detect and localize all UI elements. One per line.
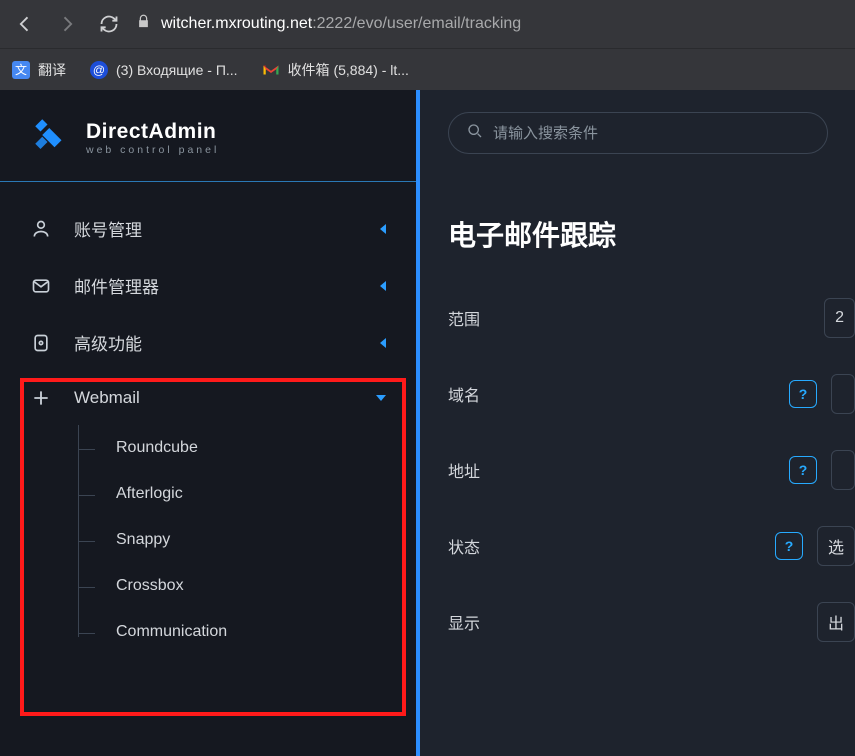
mail-icon [30, 275, 52, 297]
tool-icon [30, 332, 52, 354]
address-input[interactable] [831, 450, 855, 490]
address-bar[interactable]: witcher.mxrouting.net:2222/evo/user/emai… [136, 14, 845, 34]
sidebar-item-mail[interactable]: 邮件管理器 [0, 257, 416, 314]
search-icon [467, 123, 483, 144]
chevron-left-icon [380, 338, 386, 348]
main-content: 电子邮件跟踪 范围 2 域名 ? 地址 ? 状态 ? 选 [420, 90, 855, 756]
browser-toolbar: witcher.mxrouting.net:2222/evo/user/emai… [0, 0, 855, 48]
sidebar-item-advanced[interactable]: 高级功能 [0, 314, 416, 371]
plus-icon [30, 387, 52, 409]
google-translate-icon: 文 [12, 61, 30, 79]
refresh-button[interactable] [94, 9, 124, 39]
field-label: 范围 [448, 306, 480, 330]
sidebar-item-label: 邮件管理器 [74, 273, 159, 298]
bookmark-translate[interactable]: 文 翻译 [12, 60, 66, 80]
url-text: witcher.mxrouting.net:2222/evo/user/emai… [161, 15, 521, 33]
sub-item-snappy[interactable]: Snappy [80, 517, 416, 563]
gmail-icon [262, 61, 280, 79]
help-button[interactable]: ? [789, 456, 817, 484]
search-box[interactable] [448, 112, 828, 154]
user-icon [30, 218, 52, 240]
field-status: 状态 ? 选 [448, 526, 855, 566]
sub-item-communication[interactable]: Communication [80, 609, 416, 655]
field-range: 范围 2 [448, 298, 855, 338]
sub-item-crossbox[interactable]: Crossbox [80, 563, 416, 609]
field-display: 显示 出 [448, 602, 855, 642]
status-select[interactable]: 选 [817, 526, 855, 566]
bookmark-bar: 文 翻译 @ (3) Входящие - П... 收件箱 (5,884) -… [0, 48, 855, 90]
help-button[interactable]: ? [775, 532, 803, 560]
display-select[interactable]: 出 [817, 602, 855, 642]
chevron-left-icon [380, 281, 386, 291]
chevron-left-icon [380, 224, 386, 234]
page-title: 电子邮件跟踪 [448, 214, 855, 254]
logo-subtitle: web control panel [86, 144, 219, 156]
sidebar: DirectAdmin web control panel 账号管理 [0, 90, 420, 756]
field-label: 状态 [448, 534, 480, 558]
field-label: 地址 [448, 458, 480, 482]
field-label: 域名 [448, 382, 480, 406]
field-label: 显示 [448, 610, 480, 634]
sidebar-item-label: 账号管理 [74, 216, 142, 241]
logo[interactable]: DirectAdmin web control panel [0, 106, 416, 182]
logo-title: DirectAdmin [86, 120, 219, 144]
bookmark-inbox-ru[interactable]: @ (3) Входящие - П... [90, 61, 238, 79]
forward-button[interactable] [52, 9, 82, 39]
chevron-down-icon [376, 395, 386, 401]
sidebar-item-account[interactable]: 账号管理 [0, 200, 416, 257]
sidebar-item-label: 高级功能 [74, 330, 142, 355]
field-address: 地址 ? [448, 450, 855, 490]
help-button[interactable]: ? [789, 380, 817, 408]
domain-select[interactable] [831, 374, 855, 414]
sub-item-afterlogic[interactable]: Afterlogic [80, 471, 416, 517]
mail-blue-icon: @ [90, 61, 108, 79]
sidebar-item-webmail[interactable]: Webmail [0, 371, 416, 425]
lock-icon [136, 14, 151, 34]
logo-icon [30, 114, 72, 161]
webmail-submenu: Roundcube Afterlogic Snappy Crossbox Com… [0, 425, 416, 655]
sidebar-item-label: Webmail [74, 388, 140, 408]
field-domain: 域名 ? [448, 374, 855, 414]
back-button[interactable] [10, 9, 40, 39]
bookmark-gmail[interactable]: 收件箱 (5,884) - lt... [262, 60, 409, 80]
sub-item-roundcube[interactable]: Roundcube [80, 425, 416, 471]
range-select[interactable]: 2 [824, 298, 855, 338]
search-input[interactable] [493, 125, 809, 142]
